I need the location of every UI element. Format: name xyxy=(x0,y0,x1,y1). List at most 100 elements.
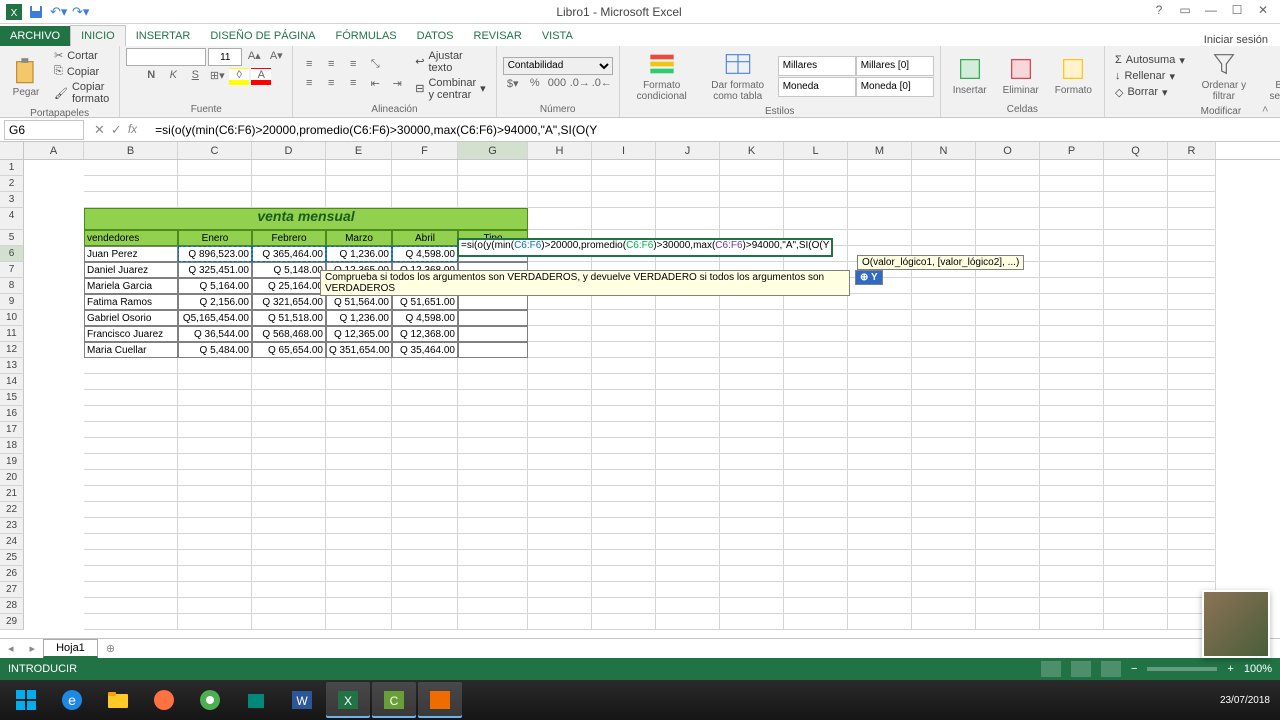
cell[interactable] xyxy=(528,294,592,310)
cell[interactable] xyxy=(912,294,976,310)
cell[interactable] xyxy=(1104,422,1168,438)
col-head[interactable]: B xyxy=(84,142,178,159)
row-head[interactable]: 12 xyxy=(0,342,24,358)
cell[interactable] xyxy=(592,326,656,342)
cell[interactable] xyxy=(84,598,178,614)
cell[interactable] xyxy=(84,470,178,486)
cell[interactable] xyxy=(1168,438,1216,454)
cell[interactable] xyxy=(1168,422,1216,438)
cell[interactable] xyxy=(1168,454,1216,470)
cell[interactable]: Q 12,365.00 xyxy=(326,326,392,342)
cell[interactable]: Marzo xyxy=(326,230,392,246)
collapse-ribbon-icon[interactable]: ˄ xyxy=(1262,104,1276,118)
cell[interactable] xyxy=(84,534,178,550)
cell[interactable] xyxy=(528,208,592,230)
cell[interactable] xyxy=(912,534,976,550)
cell[interactable] xyxy=(720,160,784,176)
cell[interactable] xyxy=(178,374,252,390)
cell[interactable] xyxy=(976,310,1040,326)
cell[interactable] xyxy=(458,486,528,502)
cell[interactable] xyxy=(178,176,252,192)
cell[interactable] xyxy=(84,502,178,518)
format-cells-button[interactable]: Formato xyxy=(1049,53,1098,98)
word-icon[interactable]: W xyxy=(280,682,324,718)
cell[interactable]: Q 36,544.00 xyxy=(178,326,252,342)
cell[interactable] xyxy=(1104,326,1168,342)
cell[interactable] xyxy=(458,502,528,518)
cell[interactable] xyxy=(528,454,592,470)
cell[interactable]: Q 51,518.00 xyxy=(252,310,326,326)
cell[interactable]: Q 2,156.00 xyxy=(178,294,252,310)
row-head[interactable]: 2 xyxy=(0,176,24,192)
cell[interactable] xyxy=(1104,390,1168,406)
cell[interactable] xyxy=(720,582,784,598)
cell[interactable] xyxy=(178,192,252,208)
cell[interactable] xyxy=(848,310,912,326)
cell[interactable] xyxy=(392,486,458,502)
chrome-icon[interactable] xyxy=(188,682,232,718)
cell[interactable] xyxy=(656,550,720,566)
cell[interactable] xyxy=(1104,486,1168,502)
cell[interactable]: Q 12,368.00 xyxy=(392,326,458,342)
cell[interactable] xyxy=(1104,342,1168,358)
cell[interactable] xyxy=(592,598,656,614)
cell[interactable] xyxy=(848,176,912,192)
cell[interactable] xyxy=(392,390,458,406)
cell[interactable] xyxy=(784,310,848,326)
format-table-button[interactable]: Dar formato como tabla xyxy=(702,48,774,104)
cell[interactable] xyxy=(656,486,720,502)
cell[interactable] xyxy=(392,518,458,534)
cell[interactable] xyxy=(84,176,178,192)
cell[interactable]: Fatima Ramos xyxy=(84,294,178,310)
cell[interactable] xyxy=(592,566,656,582)
cell[interactable] xyxy=(1104,470,1168,486)
format-painter-button[interactable]: 🖌Copiar formato xyxy=(50,80,113,106)
cell[interactable] xyxy=(458,406,528,422)
cell[interactable] xyxy=(976,192,1040,208)
excel-taskbar-icon[interactable]: X xyxy=(326,682,370,718)
cell[interactable] xyxy=(326,582,392,598)
tab-home[interactable]: INICIO xyxy=(70,25,126,46)
cell[interactable] xyxy=(1168,176,1216,192)
cell[interactable] xyxy=(1104,358,1168,374)
cell[interactable] xyxy=(848,326,912,342)
cell[interactable] xyxy=(912,582,976,598)
cell[interactable] xyxy=(24,176,84,192)
cell[interactable] xyxy=(24,502,84,518)
cell[interactable] xyxy=(912,470,976,486)
cell[interactable]: Q 321,654.00 xyxy=(252,294,326,310)
cell[interactable] xyxy=(592,534,656,550)
cell[interactable] xyxy=(458,534,528,550)
cell[interactable] xyxy=(252,486,326,502)
cell[interactable] xyxy=(1168,262,1216,278)
merge-button[interactable]: ⊟Combinar y centrar▾ xyxy=(411,76,489,102)
cell[interactable] xyxy=(848,342,912,358)
cell[interactable] xyxy=(784,374,848,390)
cell[interactable] xyxy=(1104,534,1168,550)
cell[interactable] xyxy=(528,342,592,358)
cell[interactable] xyxy=(1040,294,1104,310)
cell[interactable] xyxy=(24,342,84,358)
cell[interactable] xyxy=(178,438,252,454)
cell[interactable] xyxy=(392,358,458,374)
cell[interactable] xyxy=(592,310,656,326)
cell[interactable] xyxy=(326,422,392,438)
row-head[interactable]: 17 xyxy=(0,422,24,438)
col-head[interactable]: J xyxy=(656,142,720,159)
row-head[interactable]: 27 xyxy=(0,582,24,598)
function-tooltip[interactable]: O(valor_lógico1, [valor_lógico2], ...) xyxy=(857,255,1024,270)
cell[interactable] xyxy=(720,192,784,208)
cell[interactable] xyxy=(178,534,252,550)
style-moneda[interactable]: Moneda xyxy=(778,77,856,97)
cell[interactable] xyxy=(912,502,976,518)
cell[interactable] xyxy=(1104,582,1168,598)
cell[interactable] xyxy=(656,310,720,326)
tab-review[interactable]: REVISAR xyxy=(464,26,532,46)
cell[interactable] xyxy=(976,230,1040,246)
cell[interactable] xyxy=(24,294,84,310)
cell[interactable] xyxy=(912,208,976,230)
cell[interactable] xyxy=(976,278,1040,294)
cell[interactable] xyxy=(784,566,848,582)
cell[interactable] xyxy=(252,598,326,614)
cell[interactable] xyxy=(656,160,720,176)
